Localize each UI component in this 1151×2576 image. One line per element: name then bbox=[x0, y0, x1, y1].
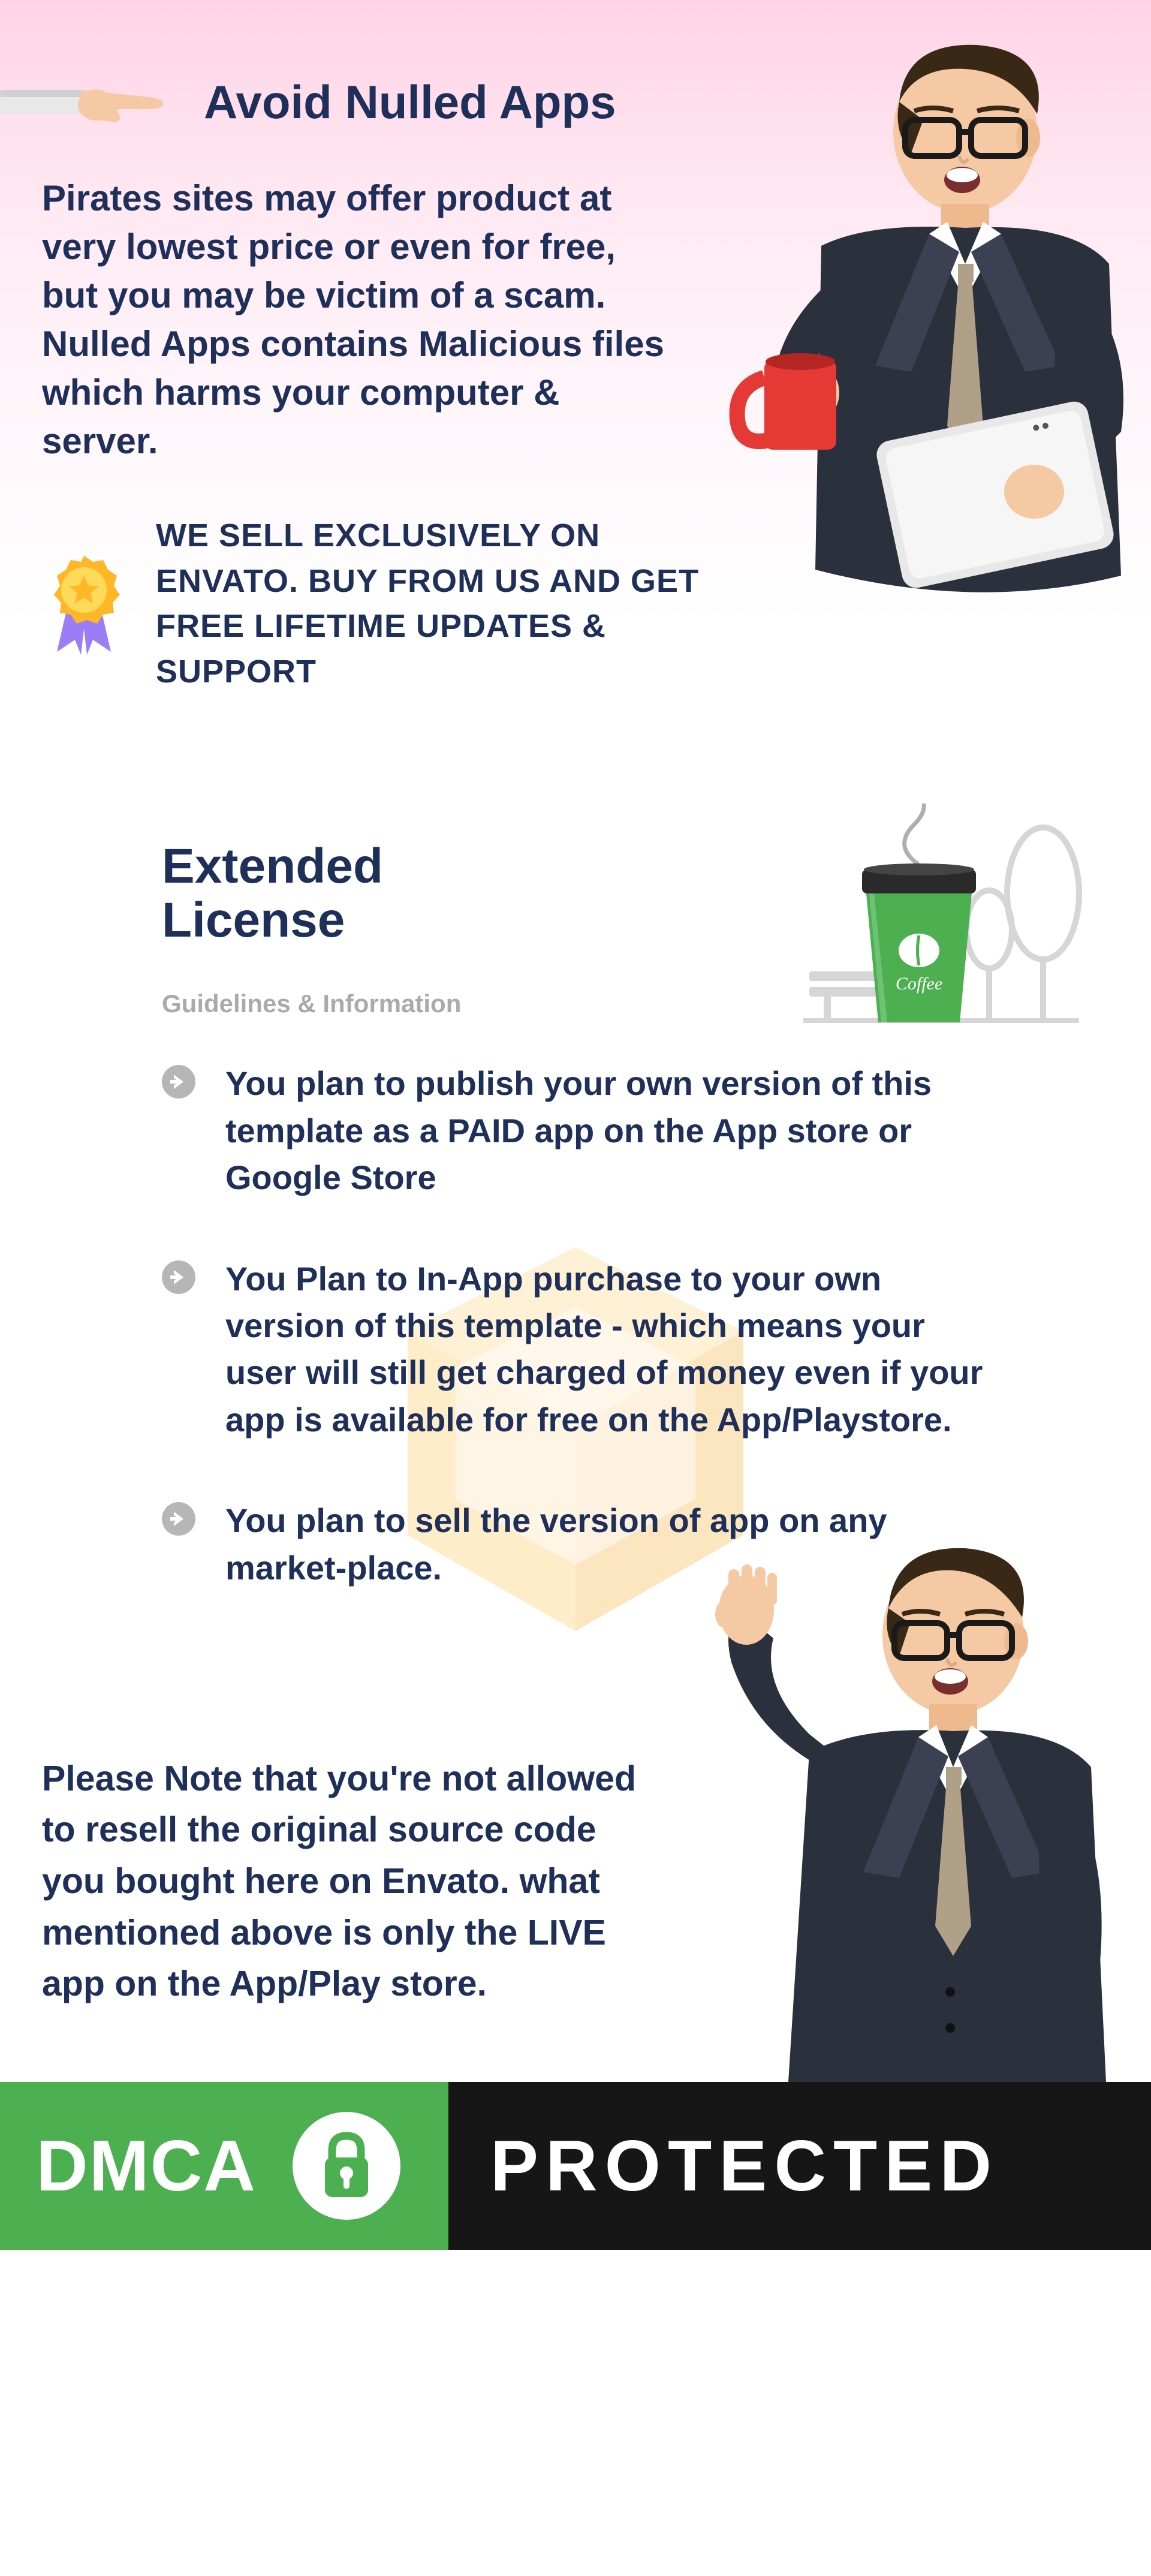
bullet-item: You plan to publish your own version of … bbox=[162, 1060, 989, 1201]
svg-text:Coffee: Coffee bbox=[896, 974, 942, 994]
bullet-item: You Plan to In-App purchase to your own … bbox=[162, 1256, 989, 1444]
medal-icon bbox=[42, 553, 126, 655]
arrow-right-icon bbox=[162, 1502, 195, 1536]
dmca-text: DMCA bbox=[36, 2124, 257, 2207]
bullet-text: You plan to publish your own version of … bbox=[225, 1060, 989, 1201]
dmca-right: PROTECTED bbox=[448, 2082, 1151, 2250]
bullet-list: You plan to publish your own version of … bbox=[162, 1060, 989, 1591]
avoid-nulled-body: Pirates sites may offer product at very … bbox=[42, 174, 677, 465]
exclusive-text: WE SELL EXCLUSIVELY ON ENVATO. BUY FROM … bbox=[156, 513, 743, 694]
bullet-text: You Plan to In-App purchase to your own … bbox=[225, 1256, 989, 1444]
page-container: Avoid Nulled Apps Pirates sites may offe… bbox=[0, 0, 1151, 2250]
businessman-coffee-illustration bbox=[701, 36, 1151, 696]
note-text: Please Note that you're not allowed to r… bbox=[42, 1753, 653, 2010]
coffee-cup-illustration: Coffee bbox=[707, 804, 1091, 1031]
avoid-nulled-title: Avoid Nulled Apps bbox=[204, 75, 616, 130]
dmca-left: DMCA bbox=[0, 2082, 448, 2250]
note-section: Please Note that you're not allowed to r… bbox=[0, 1705, 1151, 2082]
avoid-nulled-section: Avoid Nulled Apps Pirates sites may offe… bbox=[0, 0, 1151, 780]
businessman-waving-illustration bbox=[659, 1530, 1121, 2082]
arrow-right-icon bbox=[162, 1260, 195, 1294]
arrow-right-icon bbox=[162, 1065, 195, 1099]
dmca-bar: DMCA PROTECTED bbox=[0, 2082, 1151, 2250]
protected-text: PROTECTED bbox=[490, 2124, 999, 2207]
lock-icon bbox=[293, 2112, 400, 2220]
pointing-hand-icon bbox=[0, 72, 174, 132]
